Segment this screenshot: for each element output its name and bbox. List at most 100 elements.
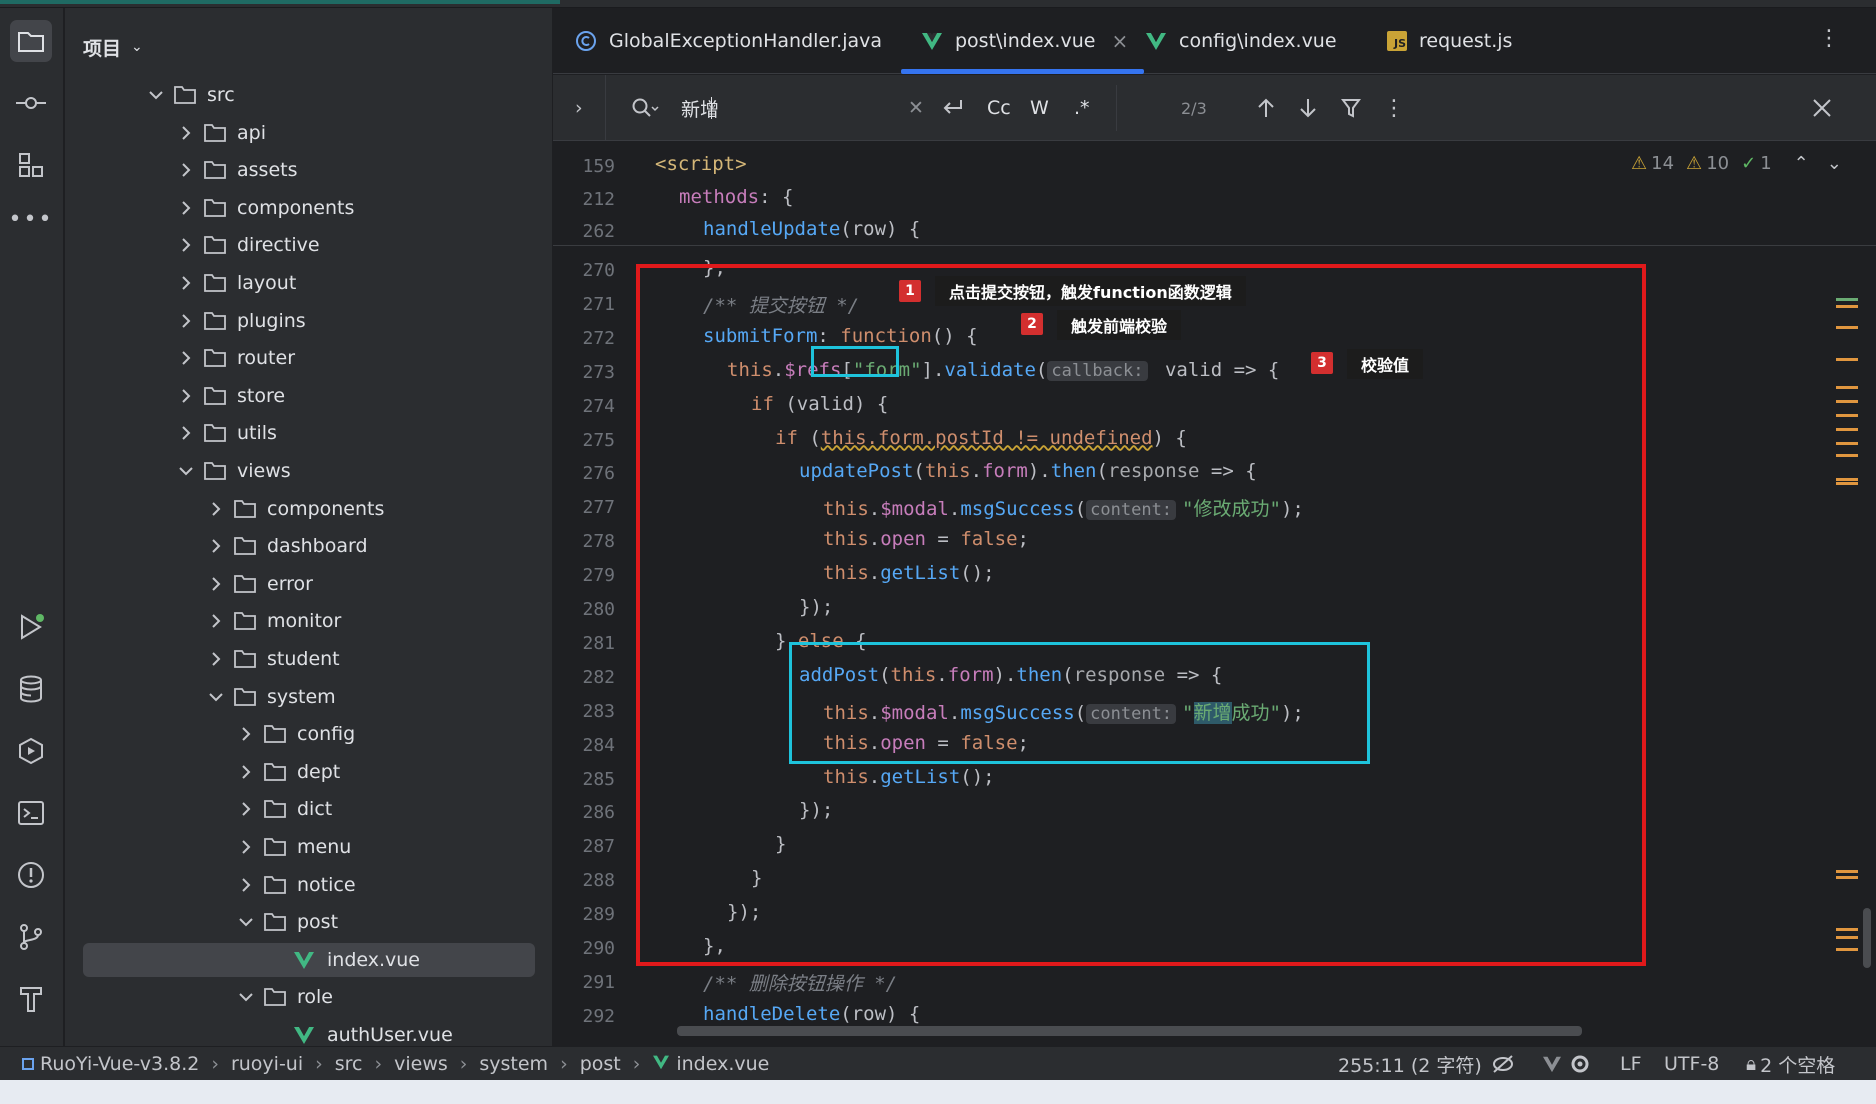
tree-folder[interactable]: src: [65, 78, 535, 112]
structure-tool-button[interactable]: [10, 144, 52, 186]
inspection-widget[interactable]: ⚠ 14 ⚠ 10 ✓ 1 ⌃ ⌄: [1631, 148, 1842, 178]
run-tool-button[interactable]: [10, 606, 52, 648]
regex-toggle[interactable]: .*: [1074, 75, 1090, 141]
chevron-down-icon[interactable]: [177, 466, 195, 476]
chevron-down-icon[interactable]: ⌄: [1827, 153, 1842, 174]
tree-folder[interactable]: monitor: [65, 604, 535, 638]
tree-folder[interactable]: utils: [65, 416, 535, 450]
previous-occurrence-icon[interactable]: [1257, 75, 1275, 141]
chevron-right-icon[interactable]: [177, 201, 195, 215]
chevron-right-icon[interactable]: [207, 652, 225, 666]
tree-folder[interactable]: store: [65, 379, 535, 413]
next-occurrence-icon[interactable]: [1299, 75, 1317, 141]
terminal-tool-button[interactable]: [10, 792, 52, 834]
chevron-right-icon[interactable]: [237, 765, 255, 779]
breadcrumb-item[interactable]: views: [394, 1053, 448, 1075]
problems-tool-button[interactable]: [10, 854, 52, 896]
tree-folder[interactable]: layout: [65, 266, 535, 300]
tabs-more-icon[interactable]: ⋮: [1818, 26, 1840, 51]
tree-folder[interactable]: assets: [65, 153, 535, 187]
chevron-right-icon[interactable]: [177, 426, 195, 441]
tree-folder[interactable]: post: [65, 905, 535, 939]
tree-folder[interactable]: dashboard: [65, 529, 535, 563]
tree-file[interactable]: index.vue: [83, 942, 535, 977]
vue-status-icon[interactable]: [1542, 1047, 1562, 1081]
chevron-right-icon[interactable]: [237, 727, 255, 741]
breadcrumb-item[interactable]: index.vue: [676, 1053, 769, 1075]
chevron-right-icon[interactable]: [177, 276, 195, 290]
match-case-toggle[interactable]: Cc: [987, 75, 1011, 141]
whole-words-toggle[interactable]: W: [1030, 75, 1049, 141]
chevron-right-icon[interactable]: [237, 802, 255, 817]
find-more-icon[interactable]: ⋮: [1383, 75, 1405, 141]
expand-replace-icon[interactable]: ›: [575, 75, 583, 141]
chevron-right-icon[interactable]: [237, 877, 255, 892]
tree-folder[interactable]: student: [65, 642, 535, 676]
clear-search-icon[interactable]: ✕: [908, 75, 924, 141]
file-encoding[interactable]: UTF-8: [1664, 1047, 1719, 1081]
database-tool-button[interactable]: [10, 668, 52, 710]
tree-folder[interactable]: directive: [65, 228, 535, 262]
breadcrumb-item[interactable]: RuoYi-Vue-v3.8.2: [40, 1053, 199, 1075]
chevron-right-icon[interactable]: [207, 577, 225, 591]
close-icon[interactable]: ×: [1111, 29, 1128, 53]
indent-settings[interactable]: 🔒︎ 2 个空格: [1746, 1047, 1835, 1081]
tree-folder[interactable]: router: [65, 341, 535, 375]
tree-folder[interactable]: config: [65, 717, 535, 751]
line-ending[interactable]: LF: [1620, 1047, 1642, 1081]
tree-folder[interactable]: dict: [65, 792, 535, 826]
commit-tool-button[interactable]: [10, 82, 52, 124]
window-top-strip: [0, 0, 1876, 8]
filter-icon[interactable]: [1341, 75, 1361, 141]
tab-post-index-vue[interactable]: post\index.vue ×: [900, 8, 1145, 74]
more-tools-button[interactable]: •••: [9, 198, 52, 240]
project-tool-button[interactable]: [10, 20, 52, 62]
chevron-down-icon[interactable]: [147, 90, 165, 100]
services-tool-button[interactable]: [10, 730, 52, 772]
tree-folder[interactable]: role: [65, 980, 535, 1014]
tree-folder[interactable]: components: [65, 191, 535, 225]
chevron-right-icon[interactable]: [177, 313, 195, 328]
tree-folder[interactable]: dept: [65, 755, 535, 789]
tab-config-index-vue[interactable]: config\index.vue: [1145, 8, 1337, 74]
tree-folder[interactable]: components: [65, 492, 535, 526]
editor-scrollbar[interactable]: [1863, 908, 1871, 968]
multiline-toggle-icon[interactable]: [941, 75, 965, 141]
tree-folder[interactable]: views: [65, 454, 535, 488]
chevron-right-icon[interactable]: [207, 614, 225, 629]
breadcrumb-item[interactable]: system: [479, 1053, 548, 1075]
breadcrumb-item[interactable]: src: [335, 1053, 363, 1075]
chevron-right-icon[interactable]: [207, 501, 225, 516]
chevron-down-icon[interactable]: [207, 692, 225, 702]
tab-global-exception-handler[interactable]: GlobalExceptionHandler.java: [575, 8, 882, 74]
tab-request-js[interactable]: JS request.js: [1387, 8, 1512, 74]
settings-icon[interactable]: [1570, 1047, 1590, 1081]
breadcrumb-item[interactable]: post: [580, 1053, 621, 1075]
tree-folder[interactable]: plugins: [65, 304, 535, 338]
chevron-right-icon[interactable]: [177, 125, 195, 140]
chevron-down-icon[interactable]: [237, 917, 255, 927]
tree-folder[interactable]: notice: [65, 868, 535, 902]
search-input[interactable]: 新增: [681, 75, 719, 141]
chevron-right-icon[interactable]: [177, 351, 195, 365]
tree-folder[interactable]: system: [65, 680, 535, 714]
chevron-right-icon[interactable]: [237, 840, 255, 854]
close-find-icon[interactable]: [1811, 75, 1833, 141]
chevron-up-icon[interactable]: ⌃: [1794, 153, 1809, 174]
build-tool-button[interactable]: [10, 978, 52, 1020]
chevron-right-icon[interactable]: [177, 389, 195, 403]
git-tool-button[interactable]: [10, 916, 52, 958]
caret-position[interactable]: 255:11 (2 字符): [1338, 1047, 1482, 1081]
breadcrumb-item[interactable]: ruoyi-ui: [231, 1053, 303, 1075]
tree-folder[interactable]: menu: [65, 830, 535, 864]
search-history-icon[interactable]: [631, 75, 659, 141]
chevron-right-icon[interactable]: [207, 539, 225, 553]
tree-folder[interactable]: error: [65, 567, 535, 601]
chevron-right-icon[interactable]: [177, 238, 195, 253]
horizontal-scrollbar[interactable]: [677, 1026, 1582, 1036]
chevron-right-icon[interactable]: [177, 163, 195, 177]
chevron-down-icon[interactable]: [237, 992, 255, 1002]
inspections-off-icon[interactable]: [1492, 1047, 1514, 1081]
tree-folder[interactable]: api: [65, 116, 535, 150]
project-view-selector[interactable]: 项目 ⌄: [83, 32, 143, 62]
